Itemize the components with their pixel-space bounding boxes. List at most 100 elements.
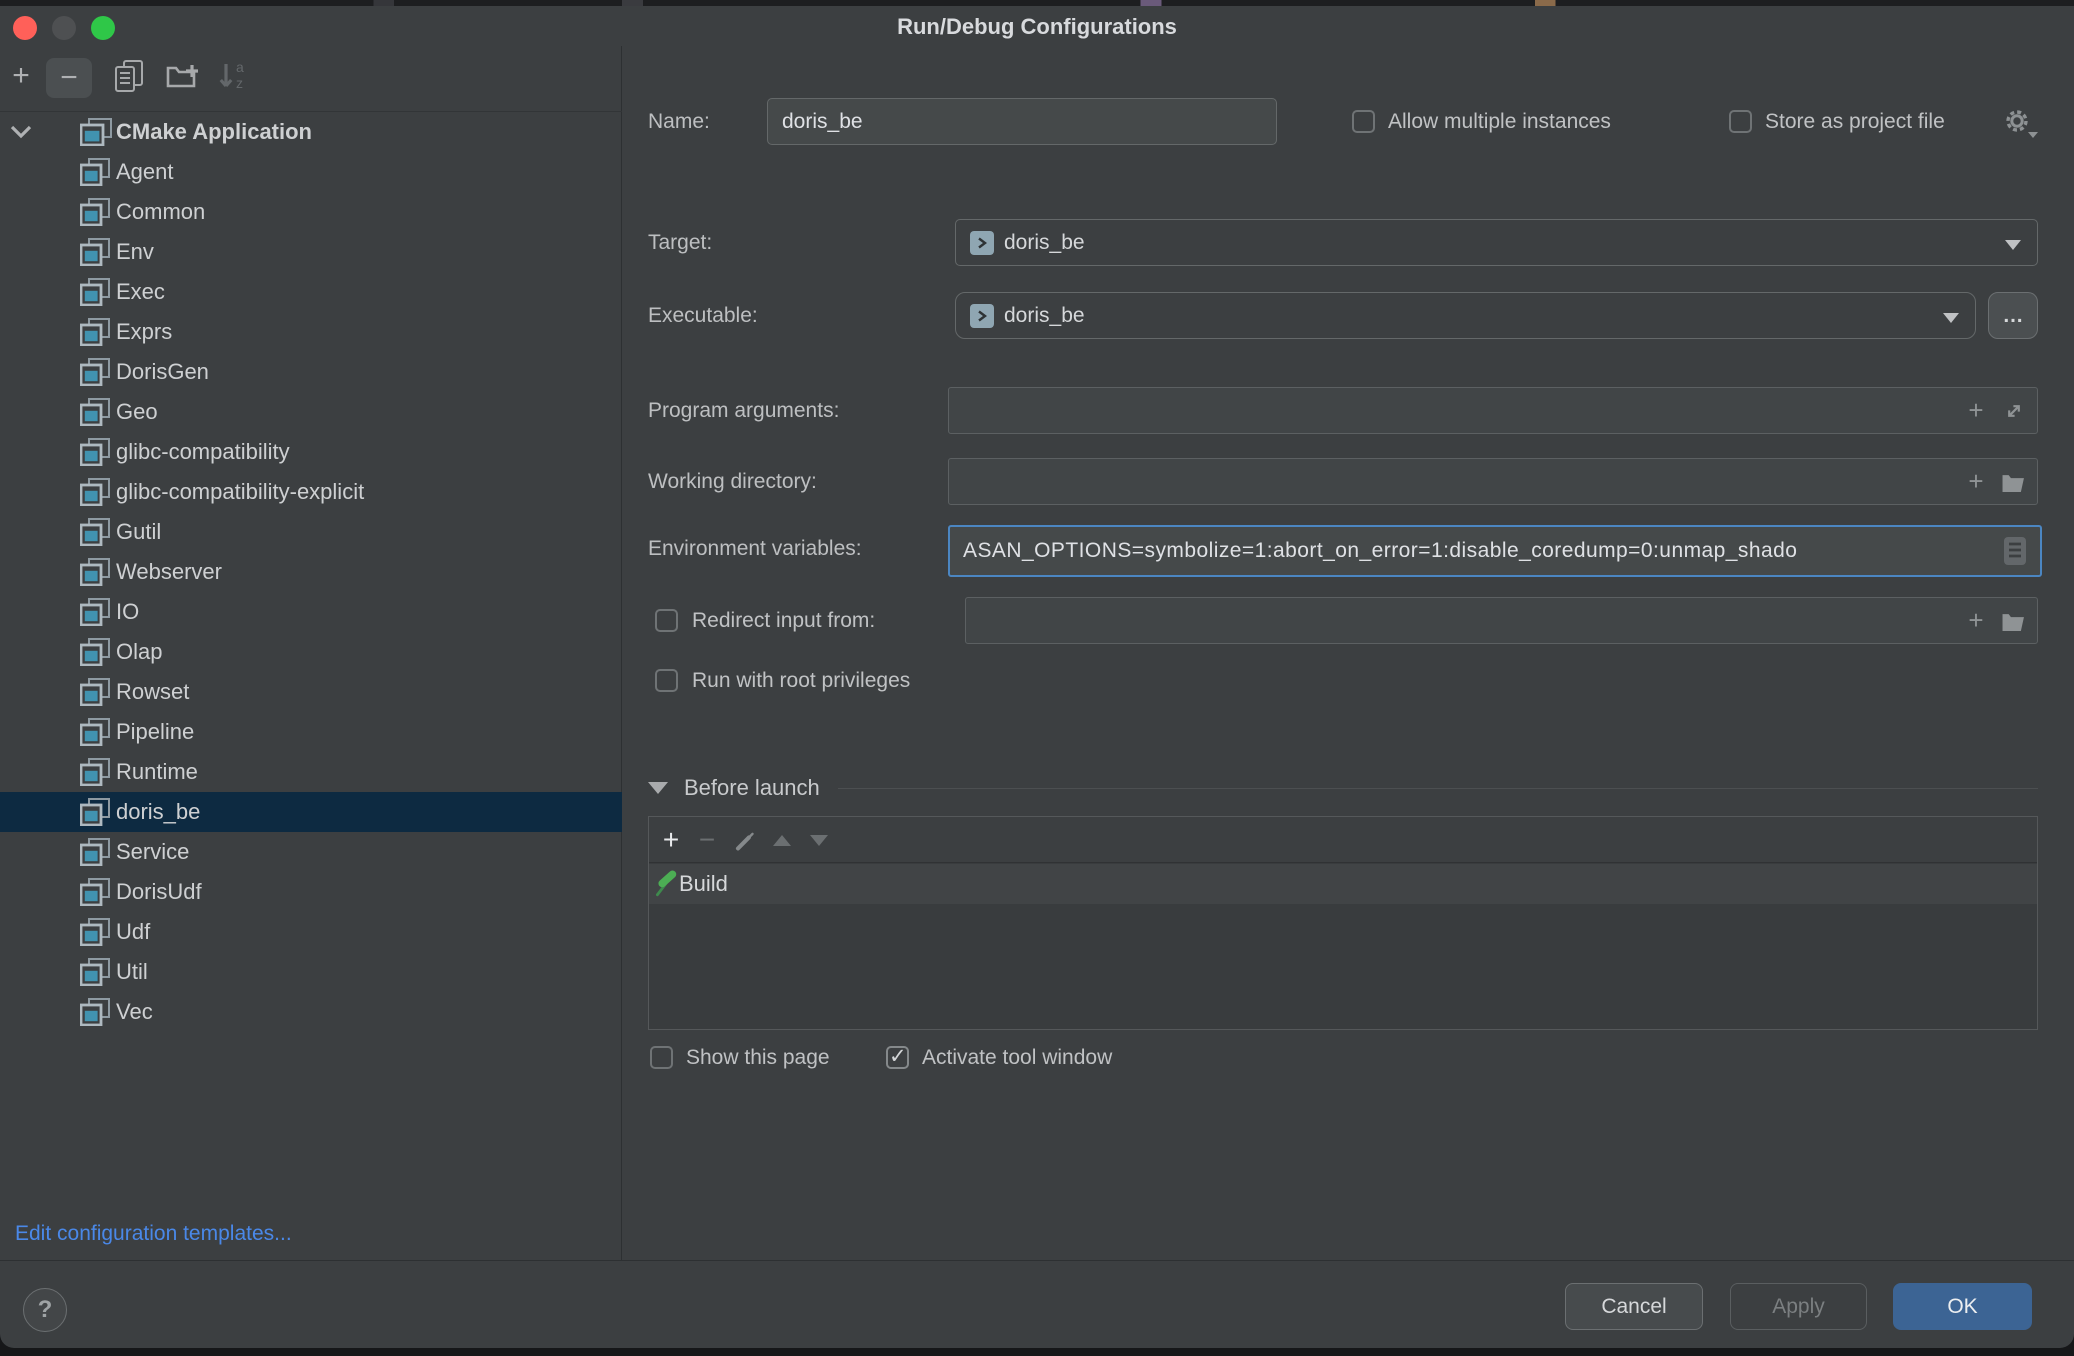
show-this-page-checkbox[interactable] (650, 1046, 673, 1069)
tree-item[interactable]: Exec (0, 272, 622, 312)
tree-item[interactable]: Geo (0, 392, 622, 432)
tree-item[interactable]: Pipeline (0, 712, 622, 752)
program-arguments-label: Program arguments: (648, 387, 839, 434)
move-task-up-icon[interactable] (767, 817, 797, 863)
ok-button[interactable]: OK (1893, 1283, 2032, 1330)
new-folder-icon[interactable] (164, 52, 202, 100)
task-label: Build (679, 871, 728, 897)
redirect-input-input[interactable] (966, 598, 2037, 643)
redirect-input-label[interactable]: Redirect input from: (692, 597, 875, 644)
add-macro-icon[interactable]: + (1963, 608, 1989, 634)
tree-item[interactable]: doris_be (0, 792, 622, 832)
tree-item-label: Pipeline (116, 719, 194, 745)
tree-item[interactable]: glibc-compatibility-explicit (0, 472, 622, 512)
tree-item[interactable]: Webserver (0, 552, 622, 592)
tree-item[interactable]: IO (0, 592, 622, 632)
apply-button[interactable]: Apply (1730, 1283, 1867, 1330)
add-configuration-icon[interactable]: + (6, 52, 36, 100)
tree-item-label: IO (116, 599, 139, 625)
before-launch-panel: + − Build (648, 816, 2038, 1030)
tree-item[interactable]: Agent (0, 152, 622, 192)
tree-item-label: DorisUdf (116, 879, 202, 905)
allow-multiple-instances-checkbox[interactable] (1352, 110, 1375, 133)
zoom-window-button[interactable] (91, 16, 115, 40)
browse-environment-variables-icon[interactable] (2002, 538, 2028, 564)
browse-folder-icon[interactable] (2001, 608, 2027, 634)
add-macro-icon[interactable]: + (1963, 469, 1989, 495)
environment-variables-input[interactable] (950, 527, 2040, 575)
tree-item[interactable]: DorisGen (0, 352, 622, 392)
run-debug-configurations-dialog: Run/Debug Configurations + − az (0, 6, 2074, 1348)
tree-item[interactable]: Util (0, 952, 622, 992)
dropdown-caret-icon (2005, 240, 2021, 250)
tree-item[interactable]: Common (0, 192, 622, 232)
tree-item-cmake-application[interactable]: CMake Application (0, 112, 622, 152)
move-task-down-icon[interactable] (804, 817, 834, 863)
run-configuration-icon (80, 478, 110, 506)
before-launch-title: Before launch (684, 775, 820, 801)
tree-item[interactable]: Env (0, 232, 622, 272)
tree-item-label: Util (116, 959, 148, 985)
working-directory-input[interactable] (949, 459, 2037, 504)
redirect-input-checkbox[interactable] (655, 609, 678, 632)
activate-tool-window-checkbox[interactable] (886, 1046, 909, 1069)
close-window-button[interactable] (13, 16, 37, 40)
remove-task-icon[interactable]: − (693, 817, 721, 863)
tree-item-label: Webserver (116, 559, 222, 585)
add-macro-icon[interactable]: + (1963, 398, 1989, 424)
tree-item[interactable]: Olap (0, 632, 622, 672)
minimize-window-button[interactable] (52, 16, 76, 40)
run-configuration-icon (80, 558, 110, 586)
show-this-page-label[interactable]: Show this page (686, 1034, 830, 1081)
tree-item[interactable]: Service (0, 832, 622, 872)
gear-icon[interactable] (2004, 108, 2032, 136)
store-as-project-file-label[interactable]: Store as project file (1765, 98, 1945, 145)
target-dropdown[interactable]: doris_be (955, 219, 2038, 266)
run-configuration-icon (80, 398, 110, 426)
allow-multiple-instances-label[interactable]: Allow multiple instances (1388, 98, 1611, 145)
store-as-project-file-checkbox[interactable] (1729, 110, 1752, 133)
cancel-button[interactable]: Cancel (1565, 1283, 1703, 1330)
tree-item-label: Udf (116, 919, 150, 945)
build-hammer-icon (653, 870, 679, 898)
copy-configuration-icon[interactable] (112, 52, 146, 100)
run-configuration-icon (80, 318, 110, 346)
help-button[interactable]: ? (23, 1288, 67, 1332)
edit-task-icon[interactable] (729, 817, 759, 863)
activate-tool-window-label[interactable]: Activate tool window (922, 1034, 1112, 1081)
program-arguments-input[interactable] (949, 388, 2037, 433)
tree-item[interactable]: Exprs (0, 312, 622, 352)
tree-item[interactable]: Runtime (0, 752, 622, 792)
sort-configurations-icon[interactable]: az (216, 52, 250, 100)
edit-configuration-templates-link[interactable]: Edit configuration templates... (15, 1210, 292, 1257)
run-with-root-label[interactable]: Run with root privileges (692, 657, 910, 704)
executable-combobox[interactable]: doris_be (955, 292, 1976, 339)
tree-item[interactable]: Udf (0, 912, 622, 952)
tree-item[interactable]: Gutil (0, 512, 622, 552)
collapse-triangle-icon (648, 782, 668, 794)
browse-executable-button[interactable]: … (1988, 292, 2038, 339)
add-task-icon[interactable]: + (657, 817, 685, 863)
expand-field-icon[interactable] (2001, 398, 2027, 424)
before-launch-task[interactable]: Build (649, 864, 2037, 904)
name-input[interactable] (767, 98, 1277, 145)
executable-label: Executable: (648, 292, 758, 339)
tree-item[interactable]: Vec (0, 992, 622, 1032)
section-divider (838, 788, 2038, 789)
browse-folder-icon[interactable] (2001, 469, 2027, 495)
chevron-down-icon[interactable] (10, 125, 32, 139)
configurations-sidebar: + − az CMake Application (0, 46, 622, 1260)
run-configuration-icon (80, 278, 110, 306)
tree-item[interactable]: glibc-compatibility (0, 432, 622, 472)
run-with-root-checkbox[interactable] (655, 669, 678, 692)
environment-variables-label: Environment variables: (648, 525, 862, 572)
run-configuration-icon (80, 438, 110, 466)
run-configuration-icon (80, 758, 110, 786)
cmake-application-icon (80, 118, 110, 146)
tree-item-label: Gutil (116, 519, 161, 545)
tree-item[interactable]: DorisUdf (0, 872, 622, 912)
tree-item[interactable]: Rowset (0, 672, 622, 712)
executable-value: doris_be (1004, 304, 1085, 328)
before-launch-header[interactable]: Before launch (648, 765, 2038, 811)
remove-configuration-icon[interactable]: − (46, 58, 92, 98)
